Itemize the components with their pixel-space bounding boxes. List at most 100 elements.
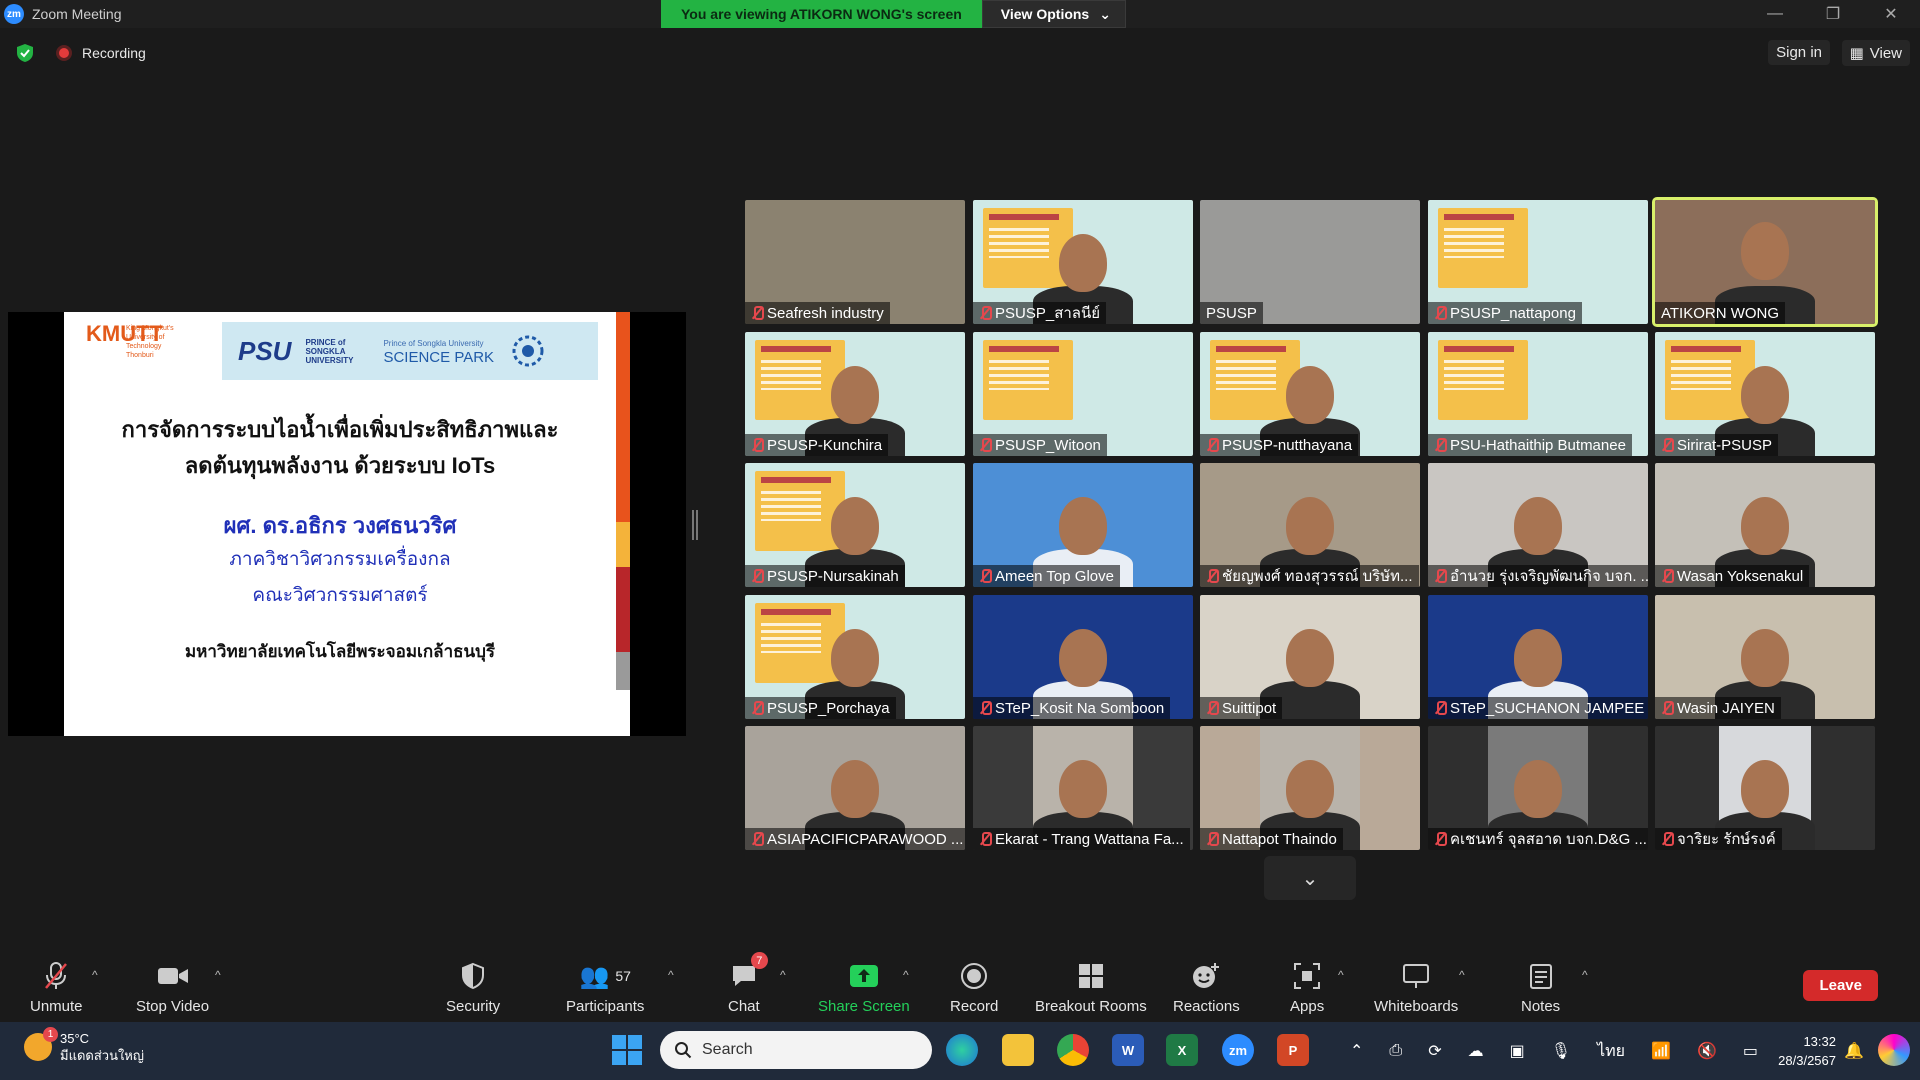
participant-tile[interactable]: PSUSP_Witoon: [973, 332, 1193, 456]
participant-tile[interactable]: PSUSP_สาลนีย์: [973, 200, 1193, 324]
copilot-icon[interactable]: [1878, 1034, 1910, 1066]
share-options-caret[interactable]: ^: [903, 968, 909, 982]
window-title: Zoom Meeting: [32, 6, 122, 22]
taskbar-clock[interactable]: 13:32 28/3/2567: [1778, 1032, 1836, 1070]
participant-tile[interactable]: STeP_Kosit Na Somboon: [973, 595, 1193, 719]
participant-tile[interactable]: STeP_SUCHANON JAMPEE: [1428, 595, 1648, 719]
encryption-shield-icon[interactable]: [14, 42, 36, 64]
participant-tile[interactable]: Wasin JAIYEN: [1655, 595, 1875, 719]
whiteboards-button[interactable]: Whiteboards: [1374, 960, 1458, 1015]
participant-tile[interactable]: Ekarat - Trang Wattana Fa...: [973, 726, 1193, 850]
muted-mic-icon: [751, 569, 764, 583]
powerpoint-icon[interactable]: P: [1277, 1034, 1309, 1066]
record-button[interactable]: Record: [950, 960, 998, 1015]
microphone-icon[interactable]: 🎙: [1551, 1041, 1571, 1061]
notification-bell-icon[interactable]: 🔔: [1844, 1022, 1864, 1080]
notes-options-caret[interactable]: ^: [1582, 968, 1588, 982]
participant-tile[interactable]: คเชนทร์ จุลสอาด บจก.D&G ...: [1428, 726, 1648, 850]
participant-tile[interactable]: Sirirat-PSUSP: [1655, 332, 1875, 456]
edge-browser-icon[interactable]: [946, 1034, 978, 1066]
apps-options-caret[interactable]: ^: [1338, 968, 1344, 982]
taskbar-search[interactable]: Search: [660, 1031, 932, 1069]
participant-tile[interactable]: Nattapot Thaindo: [1200, 726, 1420, 850]
gallery-next-page-button[interactable]: ⌄: [1264, 856, 1356, 900]
window-controls: — ❐ ✕: [1746, 0, 1920, 28]
muted-mic-icon: [979, 701, 992, 715]
leave-button[interactable]: Leave: [1803, 970, 1878, 1001]
muted-mic-icon: [979, 832, 992, 846]
chat-options-caret[interactable]: ^: [780, 968, 786, 982]
muted-mic-icon: [979, 306, 992, 320]
participant-name-text: Wasan Yoksenakul: [1677, 567, 1804, 585]
participant-tile[interactable]: จาริยะ รักษ์รงค์: [1655, 726, 1875, 850]
participant-tile[interactable]: PSUSP: [1200, 200, 1420, 324]
participant-tile[interactable]: ATIKORN WONG: [1652, 197, 1878, 327]
participant-tile[interactable]: PSUSP-nutthayana: [1200, 332, 1420, 456]
virtual-background-poster: [1438, 340, 1528, 420]
chat-button[interactable]: 7 Chat: [728, 952, 768, 1015]
participant-tile[interactable]: อำนวย รุ่งเจริญพัฒนกิจ บจก. ...: [1428, 463, 1648, 587]
participant-name: Seafresh industry: [745, 302, 890, 324]
split-resize-handle[interactable]: [692, 510, 698, 540]
participant-tile[interactable]: Suittipot: [1200, 595, 1420, 719]
participant-tile[interactable]: Ameen Top Glove: [973, 463, 1193, 587]
participant-name: PSUSP_nattapong: [1428, 302, 1582, 324]
participant-tile[interactable]: Seafresh industry: [745, 200, 965, 324]
security-button[interactable]: Security: [446, 960, 500, 1015]
audio-options-caret[interactable]: ^: [92, 968, 98, 982]
slide-color-bar: [616, 312, 630, 736]
speaker-muted-icon[interactable]: 🔇: [1697, 1041, 1717, 1061]
word-icon[interactable]: W: [1112, 1034, 1144, 1066]
participant-tile[interactable]: Wasan Yoksenakul: [1655, 463, 1875, 587]
notes-button[interactable]: Notes: [1521, 960, 1560, 1015]
reactions-button[interactable]: Reactions: [1173, 960, 1240, 1015]
notes-icon: [1529, 964, 1552, 989]
weather-widget[interactable]: 1 35°C มีแดดส่วนใหญ่: [24, 1027, 144, 1064]
zoom-app-icon[interactable]: zm: [1222, 1034, 1254, 1066]
stop-video-button[interactable]: Stop Video: [136, 960, 209, 1015]
participant-tile[interactable]: PSUSP_Porchaya: [745, 595, 965, 719]
participant-tile[interactable]: PSUSP-Kunchira: [745, 332, 965, 456]
excel-icon[interactable]: X: [1166, 1034, 1198, 1066]
record-icon: [961, 963, 988, 989]
participant-name: คเชนทร์ จุลสอาด บจก.D&G ...: [1428, 828, 1648, 850]
virtual-background-poster: [1665, 340, 1755, 420]
cloud-icon[interactable]: ☁: [1468, 1041, 1484, 1061]
shared-screen[interactable]: KMUTT King Mongkut's University of Techn…: [8, 312, 686, 736]
layout-icon: ▦: [1849, 45, 1864, 62]
windows-start-icon[interactable]: [612, 1035, 642, 1065]
apps-button[interactable]: Apps: [1290, 960, 1324, 1015]
recording-icon[interactable]: [56, 45, 72, 61]
participant-tile[interactable]: PSUSP_nattapong: [1428, 200, 1648, 324]
close-button[interactable]: ✕: [1862, 0, 1920, 28]
participants-options-caret[interactable]: ^: [668, 968, 674, 982]
restore-button[interactable]: ❐: [1804, 0, 1862, 28]
app-tray-icon[interactable]: ▣: [1510, 1041, 1525, 1061]
tray-overflow-icon[interactable]: ⌃: [1350, 1041, 1363, 1061]
participant-tile[interactable]: ชัยญพงศ์ ทองสุวรรณ์ บริษัท...: [1200, 463, 1420, 587]
participant-tile[interactable]: ASIAPACIFICPARAWOOD ...: [745, 726, 965, 850]
view-options-button[interactable]: View Options ⌄: [981, 0, 1126, 28]
muted-mic-icon: [1661, 569, 1674, 583]
video-options-caret[interactable]: ^: [215, 968, 221, 982]
sync-icon[interactable]: ⟳: [1428, 1041, 1441, 1061]
participants-button[interactable]: 👥 57 Participants: [566, 960, 644, 1016]
sign-in-button[interactable]: Sign in: [1768, 40, 1830, 65]
view-button[interactable]: ▦ View: [1841, 40, 1910, 66]
input-language[interactable]: ไทย: [1597, 1039, 1625, 1064]
participant-name: Sirirat-PSUSP: [1655, 434, 1779, 456]
battery-icon[interactable]: ▭: [1743, 1041, 1758, 1061]
participant-tile[interactable]: PSU-Hathaithip Butmanee: [1428, 332, 1648, 456]
whiteboards-options-caret[interactable]: ^: [1459, 968, 1465, 982]
weather-temp: 35°C: [60, 1031, 90, 1046]
participant-tile[interactable]: PSUSP-Nursakinah: [745, 463, 965, 587]
unmute-button[interactable]: Unmute: [30, 960, 83, 1015]
wifi-icon[interactable]: 📶: [1651, 1041, 1671, 1061]
chrome-icon[interactable]: [1057, 1034, 1089, 1066]
share-screen-button[interactable]: Share Screen: [818, 960, 910, 1015]
file-explorer-icon[interactable]: [1002, 1034, 1034, 1066]
minimize-button[interactable]: —: [1746, 0, 1804, 28]
printer-icon[interactable]: ⎙: [1389, 1042, 1402, 1060]
breakout-rooms-button[interactable]: Breakout Rooms: [1035, 960, 1147, 1015]
participant-face: [831, 760, 879, 818]
